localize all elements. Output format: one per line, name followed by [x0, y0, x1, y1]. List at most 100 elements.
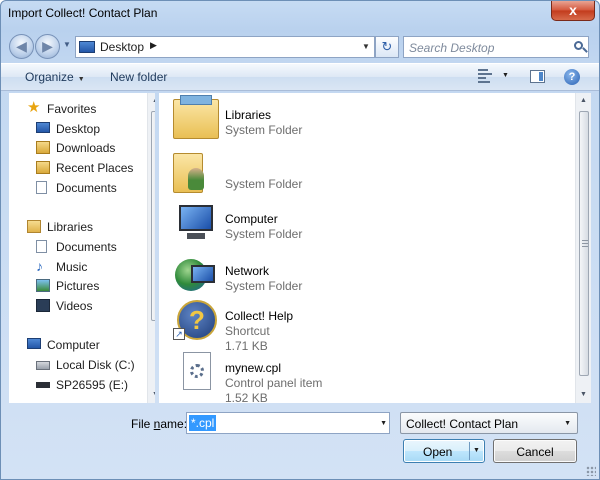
address-dropdown-icon[interactable]: ▼: [358, 37, 374, 57]
nav-label: Favorites: [47, 102, 97, 116]
recent-pages-dropdown-icon[interactable]: ▼: [63, 40, 71, 49]
list-item[interactable]: Computer System Folder: [159, 199, 559, 249]
scroll-thumb[interactable]: [579, 111, 589, 376]
close-button[interactable]: x: [551, 1, 595, 21]
file-name: Collect! Help: [225, 309, 294, 323]
file-name-field[interactable]: *.cpl ▼: [186, 412, 390, 434]
nav-label: Libraries: [47, 220, 94, 234]
file-name-label: File name:: [131, 417, 188, 431]
nav-scrollbar[interactable]: ▲ ▼: [147, 93, 155, 403]
file-name: Network: [225, 264, 270, 278]
file-name: Computer: [225, 212, 278, 226]
file-type: Shortcut: [225, 324, 270, 338]
recent-places-icon: [36, 161, 50, 174]
scroll-down-icon[interactable]: ▼: [152, 391, 155, 398]
cancel-button[interactable]: Cancel: [493, 439, 577, 463]
open-file-dialog: Import Collect! Contact Plan x ◀ ▶ ▼ Des…: [0, 0, 600, 480]
search-input[interactable]: [409, 40, 569, 55]
title-bar[interactable]: Import Collect! Contact Plan x: [1, 1, 599, 29]
open-label: Open: [423, 445, 453, 459]
nav-label: Music: [56, 260, 88, 274]
file-name-value[interactable]: *.cpl: [189, 415, 217, 431]
list-item[interactable]: Libraries System Folder: [159, 95, 559, 145]
nav-label: Downloads: [56, 141, 116, 155]
downloads-icon: [36, 141, 50, 154]
nav-label: SP26595 (E:): [56, 378, 129, 392]
preview-pane-icon[interactable]: [530, 70, 545, 83]
nav-label: Videos: [56, 299, 93, 313]
desktop-icon: [36, 122, 50, 133]
address-bar[interactable]: Desktop ▶ ▼: [75, 36, 375, 58]
libraries-icon: [173, 95, 219, 139]
file-type-select[interactable]: Collect! Contact Plan ▼: [400, 412, 578, 434]
pictures-icon: [36, 279, 50, 292]
change-view-icon[interactable]: [478, 69, 494, 83]
usb-drive-icon: [36, 382, 50, 388]
computer-icon: [27, 338, 41, 349]
file-size: 1.52 KB: [225, 391, 268, 403]
file-type-value: Collect! Contact Plan: [406, 417, 519, 431]
control-panel-icon: [173, 352, 219, 392]
file-type: System Folder: [225, 177, 303, 191]
desktop-icon: [79, 41, 95, 53]
new-folder-button[interactable]: New folder: [110, 70, 167, 84]
organize-label: Organize: [25, 70, 74, 84]
network-icon: [173, 255, 219, 295]
file-list-scrollbar[interactable]: ▲ ▼: [575, 93, 591, 403]
scroll-thumb[interactable]: [151, 111, 155, 321]
dropdown-arrow-icon: ▼: [77, 76, 85, 83]
view-options-dropdown-icon[interactable]: ▼: [502, 72, 509, 79]
chevron-down-icon: ▼: [564, 420, 571, 427]
nav-label: Documents: [56, 181, 117, 195]
address-location[interactable]: Desktop: [100, 40, 144, 54]
nav-label: Documents: [56, 240, 117, 254]
nav-label: Local Disk (C:): [56, 358, 135, 372]
file-list: Libraries System Folder System Folder Co…: [159, 93, 591, 403]
open-button[interactable]: Open ▼: [403, 439, 485, 463]
dialog-footer: File name: *.cpl ▼ Collect! Contact Plan…: [1, 403, 599, 479]
search-box[interactable]: [403, 36, 589, 58]
organize-button[interactable]: Organize ▼: [25, 70, 85, 84]
file-type: System Folder: [225, 279, 303, 293]
file-name-dropdown-icon[interactable]: ▼: [380, 420, 387, 427]
nav-label: Desktop: [56, 122, 101, 136]
file-type: Control panel item: [225, 376, 323, 390]
command-toolbar: Organize ▼ New folder ▼ ?: [1, 63, 599, 91]
scroll-up-icon[interactable]: ▲: [152, 97, 155, 104]
scroll-down-icon[interactable]: ▼: [580, 391, 587, 398]
back-button[interactable]: ◀: [9, 34, 34, 59]
resize-grip[interactable]: [586, 466, 596, 476]
user-folder-icon: [173, 153, 204, 193]
documents-icon: [36, 240, 47, 253]
window-title: Import Collect! Contact Plan: [8, 6, 158, 20]
list-item[interactable]: ? ↗ Collect! Help Shortcut 1.71 KB: [159, 296, 559, 353]
hard-drive-icon: [36, 361, 50, 370]
file-name: Libraries: [225, 108, 272, 122]
nav-label: Recent Places: [56, 161, 134, 175]
nav-label: Computer: [47, 338, 100, 352]
scroll-up-icon[interactable]: ▲: [580, 97, 587, 104]
help-shortcut-icon: ? ↗: [173, 300, 219, 340]
libraries-icon: [27, 220, 41, 233]
open-options-dropdown-icon[interactable]: ▼: [473, 447, 480, 454]
address-row: ◀ ▶ ▼ Desktop ▶ ▼ ↻: [1, 31, 599, 61]
computer-icon: [173, 203, 219, 243]
refresh-button[interactable]: ↻: [375, 36, 399, 58]
forward-button[interactable]: ▶: [35, 34, 60, 59]
list-item[interactable]: Network System Folder: [159, 251, 559, 301]
music-icon: ♪: [36, 258, 43, 274]
videos-icon: [36, 299, 50, 312]
cancel-label: Cancel: [516, 445, 554, 459]
nav-label: Pictures: [56, 279, 100, 293]
documents-icon: [36, 181, 47, 194]
file-name: mynew.cpl: [225, 361, 282, 375]
file-type: System Folder: [225, 227, 303, 241]
search-icon[interactable]: [574, 41, 583, 50]
file-type: System Folder: [225, 123, 303, 137]
list-item[interactable]: mynew.cpl Control panel item 1.52 KB: [159, 348, 559, 403]
navigation-pane: ★ Favorites Desktop Downloads Recent Pla…: [9, 93, 155, 403]
star-icon: ★: [27, 99, 41, 116]
list-item[interactable]: System Folder: [159, 149, 559, 199]
help-icon[interactable]: ?: [564, 69, 580, 85]
breadcrumb-chevron-icon[interactable]: ▶: [150, 40, 157, 51]
